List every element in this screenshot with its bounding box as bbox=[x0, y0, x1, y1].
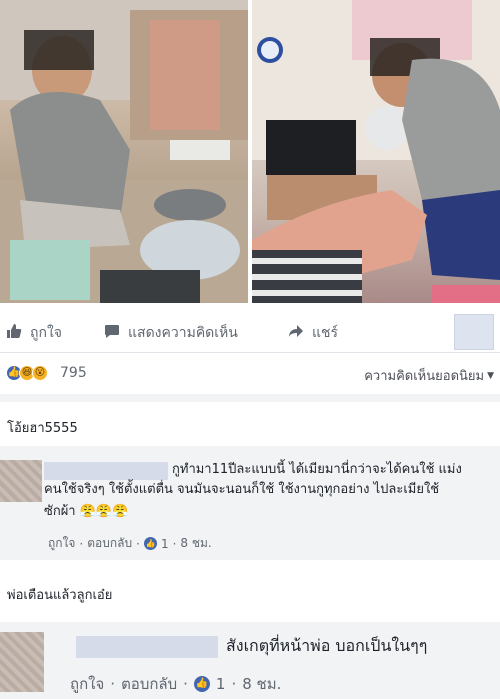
post-photo-right[interactable] bbox=[252, 0, 500, 303]
meta-separator: · bbox=[231, 675, 237, 693]
like-button-label: ถูกใจ bbox=[30, 325, 62, 341]
like-button[interactable]: ถูกใจ bbox=[6, 322, 62, 344]
comment-sort-label: ความคิดเห็นยอดนิยม bbox=[364, 369, 485, 384]
meta-separator: · bbox=[79, 536, 84, 551]
comment-text: พ่อเตือนแล้วลูกเอ๋ย bbox=[7, 588, 113, 603]
photo-right-illustration bbox=[252, 0, 500, 303]
comment-meta: ถูกใจ · ตอบกลับ · 👍 1 · 8 ชม. bbox=[70, 672, 281, 696]
comment-reply-link[interactable]: ตอบกลับ bbox=[121, 672, 177, 696]
commenter-avatar[interactable] bbox=[0, 632, 44, 692]
comment-meta: ถูกใจ · ตอบกลับ · 👍 1 · 8 ชม. bbox=[48, 534, 212, 553]
viewer-avatar-blurred bbox=[454, 314, 494, 350]
post-photos bbox=[0, 0, 500, 305]
comment-sort-dropdown[interactable]: ความคิดเห็นยอดนิยม ▼ bbox=[364, 365, 494, 386]
comment-text-line1: กูทำมา11ปีละแบบนี้ ได้เมียมานี่กว่าจะได้… bbox=[172, 462, 462, 477]
comment-reply-link[interactable]: ตอบกลับ bbox=[87, 534, 132, 553]
comment-timestamp[interactable]: 8 ชม. bbox=[180, 534, 211, 553]
post-action-bar: ถูกใจ แสดงความคิดเห็น แชร์ bbox=[0, 312, 500, 354]
comment-item: พ่อเตือนแล้วลูกเอ๋ย bbox=[0, 560, 500, 622]
comment-bubble-icon bbox=[104, 323, 120, 343]
comment-item: กูทำมา11ปีละแบบนี้ ได้เมียมานี่กว่าจะได้… bbox=[0, 446, 500, 560]
like-count-icon: 👍 bbox=[143, 537, 157, 550]
comment-text-line3: ซักผ้า 😤😤😤 bbox=[44, 504, 129, 519]
meta-separator: · bbox=[172, 536, 177, 551]
comment-like-link[interactable]: ถูกใจ bbox=[70, 672, 104, 696]
post-photo-left[interactable] bbox=[0, 0, 248, 303]
comment-like-link[interactable]: ถูกใจ bbox=[48, 534, 75, 553]
like-count-icon: 👍 bbox=[193, 676, 210, 692]
share-arrow-icon bbox=[288, 323, 304, 343]
comment-item: สังเกตุที่หน้าพ่อ บอกเป็นในๆๆ ถูกใจ · ตอ… bbox=[0, 622, 500, 699]
divider bbox=[0, 394, 500, 402]
commenter-avatar[interactable] bbox=[0, 460, 42, 502]
caret-down-icon: ▼ bbox=[487, 370, 494, 381]
comment-text: สังเกตุที่หน้าพ่อ บอกเป็นในๆๆ bbox=[226, 636, 428, 655]
thumbs-up-icon bbox=[6, 323, 22, 343]
commenter-name-blurred[interactable] bbox=[76, 636, 218, 658]
comment-button[interactable]: แสดงความคิดเห็น bbox=[104, 322, 238, 344]
meta-separator: · bbox=[110, 675, 116, 693]
comment-item: โอ้ยฮา5555 bbox=[0, 402, 500, 446]
comment-button-label: แสดงความคิดเห็น bbox=[128, 325, 238, 341]
comment-like-count[interactable]: 1 bbox=[216, 675, 226, 693]
comment-timestamp[interactable]: 8 ชม. bbox=[242, 672, 281, 696]
photo-left-illustration bbox=[0, 0, 248, 303]
reactions-summary: 👍 😆 😮 795 ความคิดเห็นยอดนิยม ▼ bbox=[0, 352, 500, 394]
comment-text: โอ้ยฮา5555 bbox=[7, 421, 78, 436]
reaction-count[interactable]: 795 bbox=[60, 365, 87, 381]
share-button[interactable]: แชร์ bbox=[288, 322, 338, 344]
commenter-name-blurred[interactable] bbox=[44, 462, 168, 480]
meta-separator: · bbox=[183, 675, 188, 693]
meta-separator: · bbox=[136, 536, 140, 551]
comment-text-line2: คนใช้จริงๆ ใช้ตั้งแต่ตื่น จนมันจะนอนก็ใช… bbox=[44, 482, 440, 497]
wow-reaction-icon: 😮 bbox=[32, 365, 48, 381]
share-button-label: แชร์ bbox=[312, 325, 339, 341]
comment-like-count[interactable]: 1 bbox=[161, 537, 169, 551]
reaction-icons[interactable]: 👍 😆 😮 bbox=[6, 365, 48, 381]
